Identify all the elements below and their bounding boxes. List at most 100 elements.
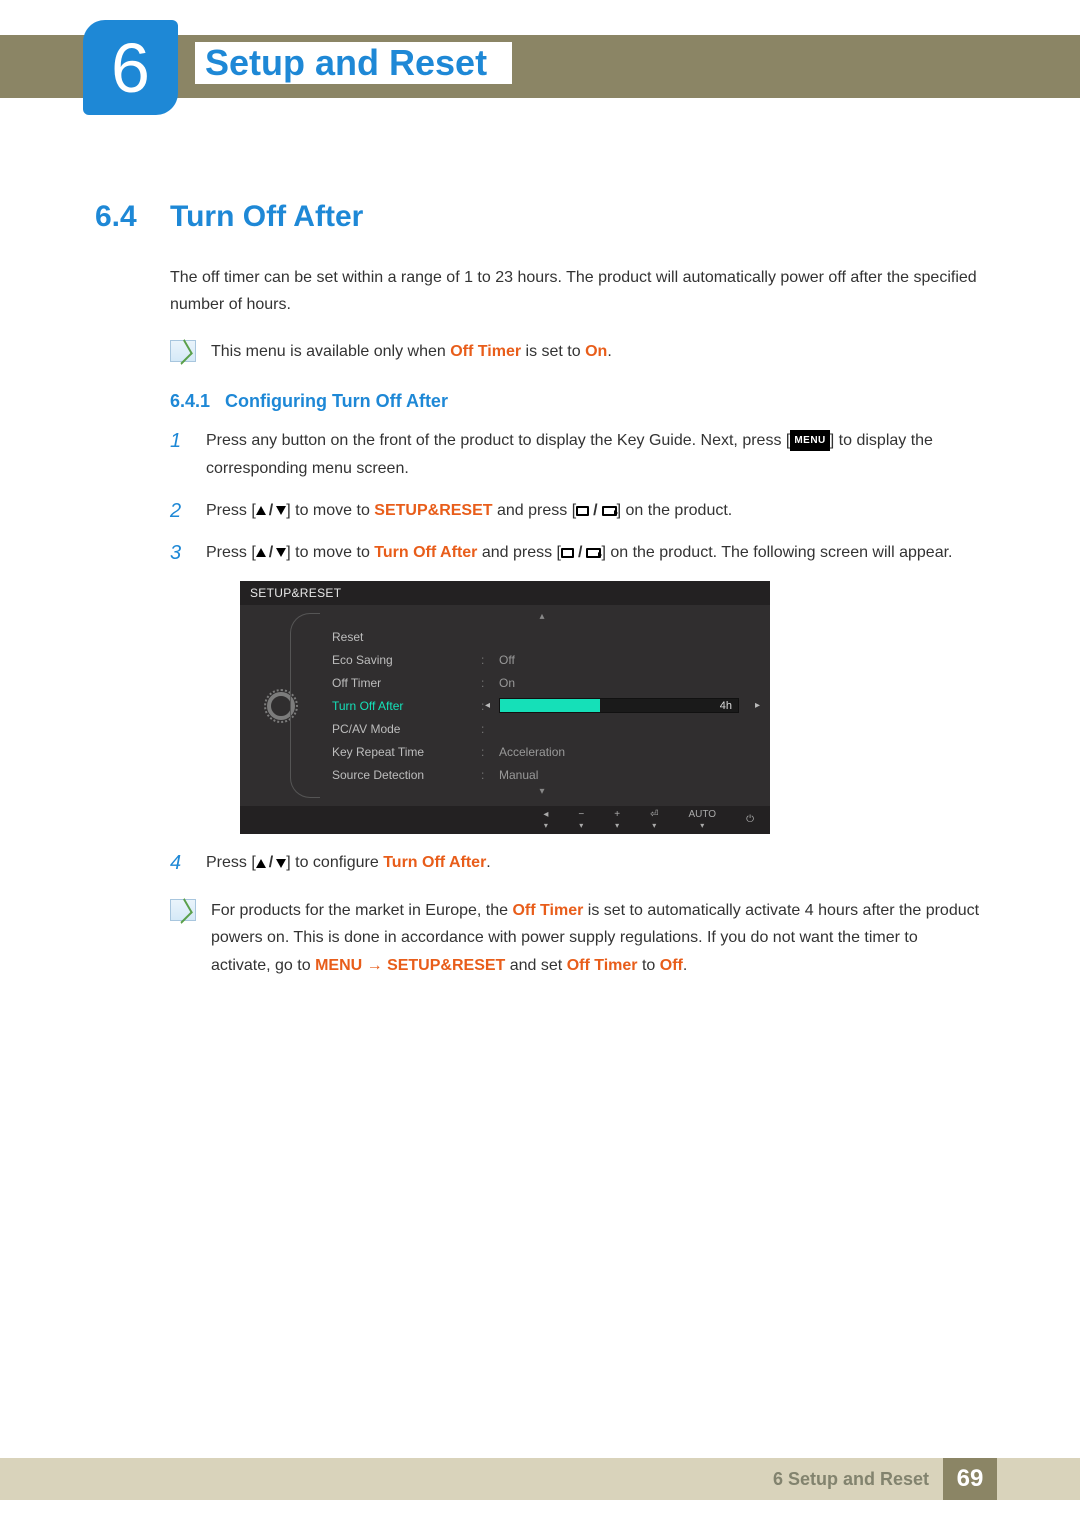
osd-value: On <box>499 676 758 690</box>
osd-footer: ◂▾ −▾ +▾ ⏎▾ AUTO▾ ⏻ <box>240 806 770 834</box>
step-text: Press [ <box>206 544 256 561</box>
step-text: . <box>486 854 490 871</box>
frame-source-icon: / <box>576 497 616 525</box>
note-off: Off <box>660 957 683 974</box>
osd-screenshot: SETUP&RESET ▴ Reset Eco Saving:Off Off T… <box>240 581 770 834</box>
intro-paragraph: The off timer can be set within a range … <box>170 264 980 318</box>
note-on: On <box>585 343 607 360</box>
note-end: . <box>607 343 611 360</box>
osd-label: Turn Off After <box>326 699 481 713</box>
step-text: ] to move to <box>286 502 374 519</box>
note-mid: is set to <box>521 343 585 360</box>
osd-row-turn-off-after: Turn Off After:4h▸ <box>326 694 758 717</box>
osd-label: PC/AV Mode <box>326 722 481 736</box>
step-3: 3 Press [/] to move to Turn Off After an… <box>170 539 980 567</box>
chapter-badge: 6 <box>83 20 178 115</box>
osd-title: SETUP&RESET <box>240 581 770 605</box>
osd-value: Manual <box>499 768 758 782</box>
note-availability: This menu is available only when Off Tim… <box>170 338 980 365</box>
subsection-heading: 6.4.1Configuring Turn Off After <box>170 391 980 412</box>
osd-list: ▴ Reset Eco Saving:Off Off Timer:On Turn… <box>322 605 770 806</box>
osd-row-reset: Reset <box>326 625 758 648</box>
section-title: Turn Off After <box>170 200 363 233</box>
osd-chevron-up-icon: ▴ <box>326 611 758 625</box>
up-down-icon: / <box>256 849 286 877</box>
note-text: For products for the market in Europe, t… <box>211 897 980 979</box>
step-target: Turn Off After <box>383 854 486 871</box>
chapter-number: 6 <box>111 28 150 108</box>
step-number: 2 <box>170 497 188 525</box>
step-4: 4 Press [/] to configure Turn Off After. <box>170 849 980 877</box>
step-number: 3 <box>170 539 188 567</box>
chapter-title: Setup and Reset <box>195 42 512 84</box>
footer-label: 6 Setup and Reset <box>773 1469 943 1490</box>
osd-slider-value: 4h <box>720 699 732 714</box>
osd-row-pcav: PC/AV Mode: <box>326 717 758 740</box>
osd-row-krt: Key Repeat Time:Acceleration <box>326 740 758 763</box>
step-number: 4 <box>170 849 188 877</box>
section-heading: 6.4Turn Off After <box>95 200 980 234</box>
osd-back-icon: ◂▾ <box>543 810 548 830</box>
note-pre: This menu is available only when <box>211 343 450 360</box>
step-text: ] on the product. <box>617 502 733 519</box>
note-text: This menu is available only when Off Tim… <box>211 338 612 365</box>
step-text: ] on the product. The following screen w… <box>601 544 952 561</box>
page-number: 69 <box>943 1458 997 1500</box>
note-text-end: . <box>683 957 687 974</box>
osd-label: Off Timer <box>326 676 481 690</box>
note-icon <box>170 899 196 921</box>
step-text: ] to configure <box>286 854 383 871</box>
note-off-timer-2: Off Timer <box>567 957 638 974</box>
step-body: Press any button on the front of the pro… <box>206 427 980 483</box>
up-down-icon: / <box>256 539 286 567</box>
osd-slider: 4h▸ <box>499 698 758 713</box>
osd-value: Off <box>499 653 758 667</box>
step-2: 2 Press [/] to move to SETUP&RESET and p… <box>170 497 980 525</box>
osd-chevron-down-icon: ▾ <box>326 786 758 800</box>
osd-plus-icon: +▾ <box>614 810 620 830</box>
step-text: and press [ <box>493 502 577 519</box>
osd-row-offtimer: Off Timer:On <box>326 671 758 694</box>
menu-key-icon: MENU <box>790 430 829 451</box>
osd-enter-icon: ⏎▾ <box>650 810 658 830</box>
step-body: Press [/] to move to SETUP&RESET and pre… <box>206 497 980 525</box>
step-text: Press [ <box>206 502 256 519</box>
note-off-timer: Off Timer <box>512 902 583 919</box>
step-1: 1 Press any button on the front of the p… <box>170 427 980 483</box>
frame-source-icon: / <box>561 539 601 567</box>
section-number: 6.4 <box>95 200 170 234</box>
osd-minus-icon: −▾ <box>578 810 584 830</box>
osd-value: Acceleration <box>499 745 758 759</box>
step-text: Press [ <box>206 854 256 871</box>
note-off-timer: Off Timer <box>450 343 521 360</box>
note-icon <box>170 340 196 362</box>
note-eu: For products for the market in Europe, t… <box>170 897 980 979</box>
osd-row-eco: Eco Saving:Off <box>326 648 758 671</box>
step-number: 1 <box>170 427 188 483</box>
step-body: Press [/] to configure Turn Off After. <box>206 849 980 877</box>
subsection-number: 6.4.1 <box>170 391 225 412</box>
step-body: Press [/] to move to Turn Off After and … <box>206 539 980 567</box>
osd-label: Source Detection <box>326 768 481 782</box>
osd-sidebar <box>240 605 322 806</box>
page-content: 6.4Turn Off After The off timer can be s… <box>95 190 980 1004</box>
osd-auto-label: AUTO▾ <box>688 810 716 830</box>
step-text: ] to move to <box>286 544 374 561</box>
osd-label: Key Repeat Time <box>326 745 481 759</box>
page-footer: 6 Setup and Reset 69 <box>0 1458 1080 1500</box>
note-text-d: to <box>638 957 660 974</box>
step-text: and press [ <box>477 544 561 561</box>
note-menu: MENU <box>315 957 362 974</box>
note-setup: SETUP&RESET <box>387 957 505 974</box>
note-text-a: For products for the market in Europe, t… <box>211 902 512 919</box>
osd-row-srcd: Source Detection:Manual <box>326 763 758 786</box>
osd-power-icon: ⏻ <box>746 815 754 825</box>
step-target: SETUP&RESET <box>374 502 492 519</box>
osd-label: Reset <box>326 630 481 644</box>
subsection-title: Configuring Turn Off After <box>225 391 448 411</box>
note-arrow: → <box>362 957 387 974</box>
step-target: Turn Off After <box>374 544 477 561</box>
up-down-icon: / <box>256 497 286 525</box>
osd-label: Eco Saving <box>326 653 481 667</box>
note-text-c: and set <box>505 957 566 974</box>
